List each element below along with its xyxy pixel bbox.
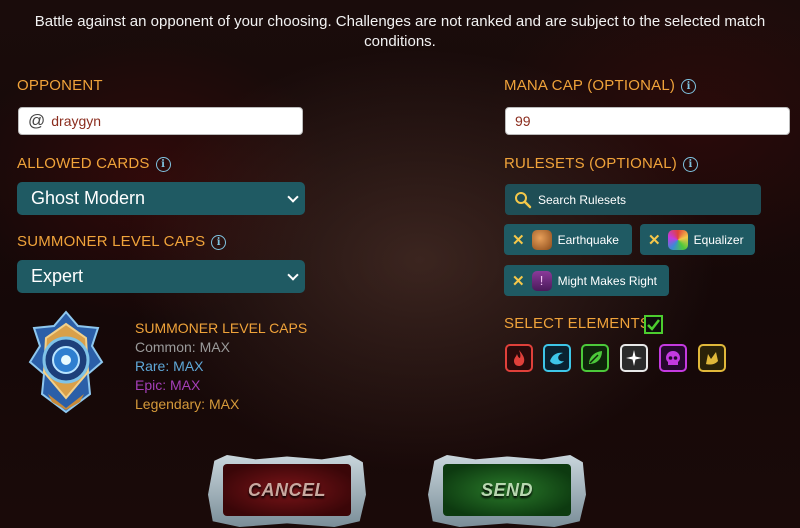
mana-cap-label-text: MANA CAP (OPTIONAL)	[504, 77, 676, 94]
mana-cap-label: MANA CAP (OPTIONAL) i	[504, 77, 697, 94]
life-icon	[626, 350, 642, 366]
cancel-button[interactable]: CANCEL	[208, 455, 366, 527]
remove-icon[interactable]: ✕	[512, 231, 525, 249]
cancel-button-label: CANCEL	[223, 464, 351, 516]
summoner-caps-panel: SUMMONER LEVEL CAPS Common: MAX Rare: MA…	[135, 319, 307, 414]
remove-icon[interactable]: ✕	[648, 231, 661, 249]
ruleset-search-input[interactable]: Search Rulesets	[505, 184, 761, 215]
allowed-cards-label-text: ALLOWED CARDS	[17, 155, 150, 172]
send-button[interactable]: SEND	[428, 455, 586, 527]
cap-legendary: Legendary: MAX	[135, 396, 240, 412]
opponent-input[interactable]: @ draygyn	[18, 107, 303, 135]
info-icon[interactable]: i	[681, 78, 697, 94]
equalizer-icon	[667, 229, 688, 250]
checkmark-icon	[647, 319, 660, 331]
ruleset-chip-label: Equalizer	[693, 232, 744, 247]
element-earth-toggle[interactable]	[581, 344, 609, 372]
fire-icon	[514, 350, 525, 366]
death-icon	[666, 351, 680, 365]
ruleset-chip-equalizer: ✕ Equalizer	[640, 224, 755, 255]
cap-epic: Epic: MAX	[135, 377, 201, 393]
summoner-level-caps-value: Expert	[31, 266, 84, 286]
allowed-cards-select[interactable]: Ghost Modern	[17, 182, 305, 215]
opponent-value: draygyn	[51, 113, 102, 129]
mana-cap-value: 99	[515, 113, 531, 129]
summoner-caps-title: SUMMONER LEVEL CAPS	[135, 320, 308, 336]
cap-common: Common: MAX	[135, 339, 230, 355]
ruleset-chip-earthquake: ✕ Earthquake	[504, 224, 632, 255]
earth-icon	[589, 351, 602, 364]
intro-text: Battle against an opponent of your choos…	[34, 13, 766, 50]
at-icon: @	[28, 111, 46, 130]
ruleset-search-placeholder: Search Rulesets	[538, 192, 627, 207]
send-button-label: SEND	[443, 464, 571, 516]
remove-icon[interactable]: ✕	[512, 272, 525, 290]
rulesets-label-text: RULESETS (OPTIONAL)	[504, 155, 677, 172]
info-icon[interactable]: i	[683, 156, 698, 172]
select-elements-label: SELECT ELEMENTS?	[504, 315, 659, 332]
earthquake-icon	[531, 229, 552, 250]
select-elements-label-text: SELECT ELEMENTS?	[504, 315, 659, 332]
element-water-toggle[interactable]	[543, 344, 571, 372]
mana-cap-input[interactable]: 99	[505, 107, 790, 135]
opponent-label: OPPONENT	[17, 77, 103, 94]
select-elements-checkbox[interactable]	[644, 315, 663, 334]
summoner-level-caps-label-text: SUMMONER LEVEL CAPS	[17, 233, 206, 250]
summoner-level-caps-select[interactable]: Expert	[17, 260, 305, 293]
water-icon	[550, 352, 564, 365]
element-dragon-toggle[interactable]	[698, 344, 726, 372]
expert-badge-icon	[28, 310, 104, 414]
summoner-level-caps-label: SUMMONER LEVEL CAPS i	[17, 233, 227, 250]
ruleset-chip-might-makes-right: ✕ ! Might Makes Right	[504, 265, 669, 296]
dragon-icon	[706, 352, 718, 365]
ruleset-chip-label: Earthquake	[557, 232, 619, 247]
element-fire-toggle[interactable]	[505, 344, 533, 372]
chevron-down-icon	[287, 191, 299, 203]
info-icon[interactable]: i	[155, 156, 171, 172]
chevron-down-icon	[287, 269, 299, 281]
info-icon[interactable]: i	[211, 234, 227, 250]
element-death-toggle[interactable]	[659, 344, 687, 372]
rulesets-label: RULESETS (OPTIONAL) i	[504, 155, 698, 172]
might-makes-right-icon: !	[531, 270, 552, 291]
ruleset-chip-label: Might Makes Right	[557, 273, 657, 288]
allowed-cards-value: Ghost Modern	[31, 188, 146, 208]
search-icon	[515, 191, 532, 208]
cap-rare: Rare: MAX	[135, 358, 204, 374]
allowed-cards-label: ALLOWED CARDS i	[17, 155, 171, 172]
element-life-toggle[interactable]	[620, 344, 648, 372]
